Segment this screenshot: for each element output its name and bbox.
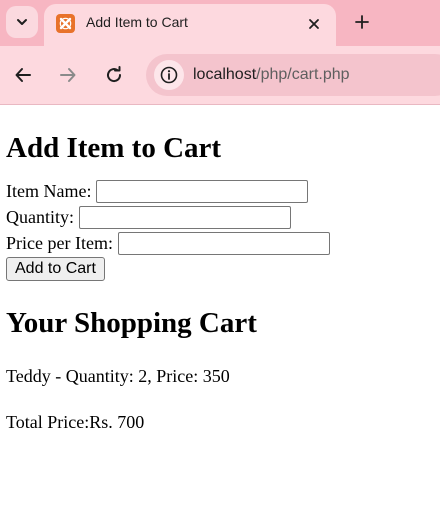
info-icon (160, 66, 178, 84)
tab-title: Add Item to Cart (86, 14, 188, 30)
site-info-button[interactable] (154, 60, 184, 90)
tab-close-button[interactable] (302, 12, 326, 36)
active-tab[interactable]: Add Item to Cart (44, 4, 336, 46)
item-name-input[interactable] (96, 179, 309, 203)
page-content: Add Item to Cart Item Name: Quantity: Pr… (6, 105, 434, 433)
item-name-label: Item Name: (6, 180, 92, 201)
tab-list-button[interactable] (6, 6, 38, 38)
back-arrow-icon (15, 68, 31, 82)
cart-heading: Your Shopping Cart (6, 307, 257, 339)
browser-toolbar: localhost/php/cart.php (0, 46, 440, 104)
cart-item: Teddy - Quantity: 2, Price: 350 (6, 366, 230, 386)
price-row: Price per Item: (6, 230, 434, 256)
new-tab-button[interactable] (348, 8, 376, 36)
add-item-heading: Add Item to Cart (6, 132, 222, 164)
reload-button[interactable] (99, 60, 129, 90)
plus-icon (355, 15, 369, 29)
xampp-favicon-icon (56, 14, 75, 33)
back-button[interactable] (8, 60, 38, 90)
reload-icon (107, 66, 122, 83)
url-host: localhost (193, 66, 257, 83)
item-name-row: Item Name: (6, 178, 434, 204)
add-item-form: Item Name: Quantity: Price per Item: Add… (6, 178, 434, 281)
tab-strip: Add Item to Cart (0, 0, 440, 46)
add-to-cart-button[interactable]: Add to Cart (6, 257, 105, 281)
close-icon (309, 19, 319, 29)
price-label: Price per Item: (6, 232, 113, 253)
quantity-input[interactable] (79, 205, 291, 229)
cart-total: Total Price:Rs. 700 (6, 412, 145, 432)
price-input[interactable] (117, 231, 330, 255)
address-bar[interactable]: localhost/php/cart.php (146, 54, 440, 96)
quantity-label: Quantity: (6, 206, 74, 227)
url-path: /php/cart.php (256, 66, 350, 83)
chevron-down-icon (17, 19, 27, 25)
forward-arrow-icon (60, 68, 76, 82)
forward-button[interactable] (53, 60, 83, 90)
url-text[interactable]: localhost/php/cart.php (193, 66, 350, 84)
quantity-row: Quantity: (6, 204, 434, 230)
